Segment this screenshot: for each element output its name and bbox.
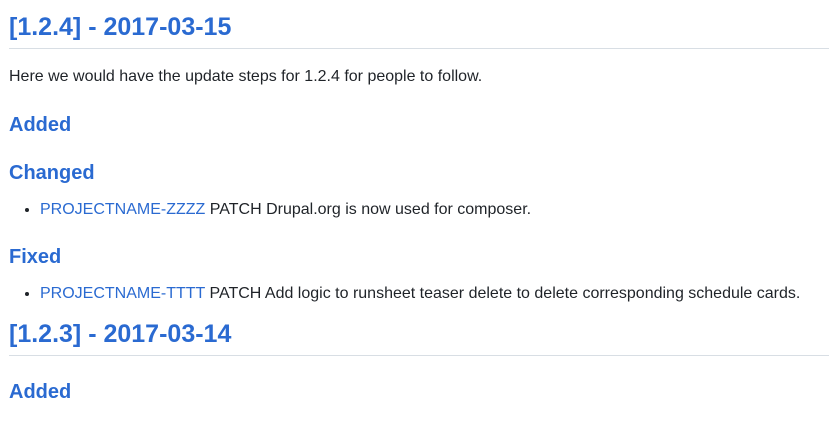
change-description: PATCH Add logic to runsheet teaser delet… (205, 284, 801, 302)
release-intro-text: Here we would have the update steps for … (9, 68, 483, 85)
ticket-link[interactable]: PROJECTNAME-ZZZZ (40, 201, 205, 218)
fixed-list: PROJECTNAME-TTTT PATCH Add logic to runs… (9, 283, 829, 305)
release-heading-1-2-3: [1.2.3] - 2017-03-14 (9, 319, 829, 357)
release-heading-1-2-4: [1.2.4] - 2017-03-15 (9, 0, 829, 49)
section-heading-changed: Changed (9, 162, 95, 185)
changelog-document: [1.2.4] - 2017-03-15 Here we would have … (0, 0, 829, 404)
changed-list: PROJECTNAME-ZZZZ PATCH Drupal.org is now… (9, 199, 829, 221)
section-heading-added: Added (9, 381, 72, 404)
list-item: PROJECTNAME-ZZZZ PATCH Drupal.org is now… (40, 199, 829, 221)
list-item: PROJECTNAME-TTTT PATCH Add logic to runs… (40, 283, 829, 305)
change-description: PATCH Drupal.org is now used for compose… (205, 201, 532, 219)
ticket-link[interactable]: PROJECTNAME-TTTT (40, 285, 205, 302)
section-heading-added: Added (9, 114, 72, 137)
section-heading-fixed: Fixed (9, 245, 62, 268)
